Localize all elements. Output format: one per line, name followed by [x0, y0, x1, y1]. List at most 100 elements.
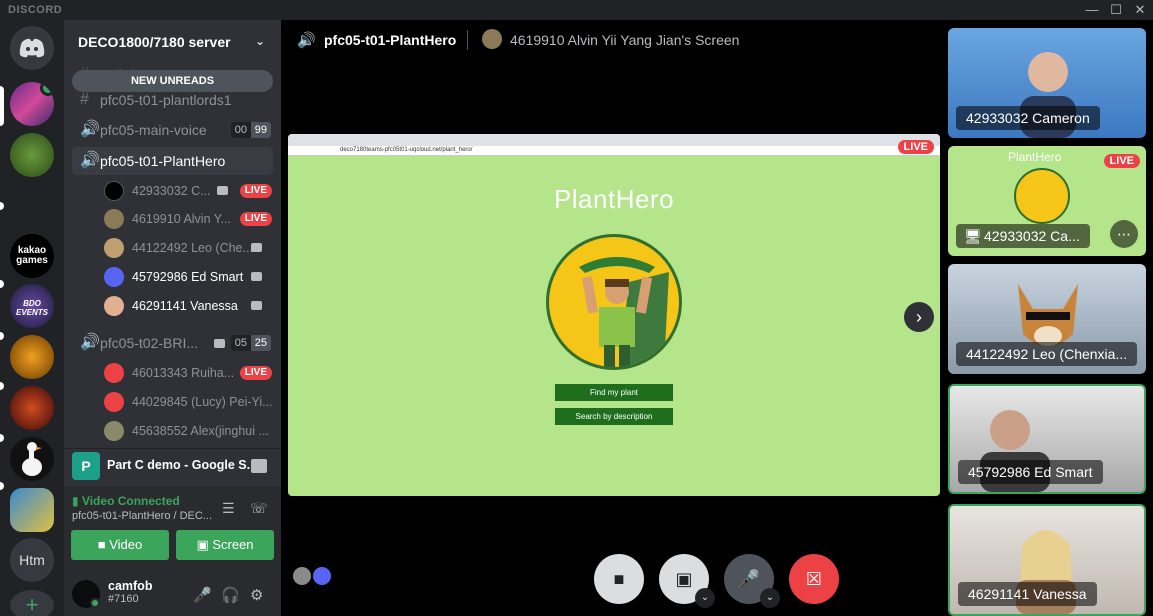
voice-connection-panel: ▮ Video Connected pfc05-t01-PlantHero / …: [64, 486, 281, 576]
voice-user[interactable]: 46291141 Vanessa: [102, 292, 272, 320]
server-icon-bdo[interactable]: BDO EVENTS: [10, 284, 54, 328]
voice-user[interactable]: 44122492 Leo (Che...: [102, 234, 272, 262]
tile-label: 46291141 Vanessa: [958, 582, 1097, 606]
camera-icon: [217, 186, 228, 195]
voice-user[interactable]: 42933032 C... LIVE: [102, 177, 272, 205]
chevron-right-icon[interactable]: ›: [904, 302, 934, 332]
browser-addressbar: deco7180teams-pfc05t01-uqcloud.net/plant…: [288, 146, 940, 156]
close-window-button[interactable]: ✕: [1126, 1, 1153, 19]
server-name: DECO1800/7180 server: [78, 34, 231, 50]
user-tag: #7160: [108, 593, 139, 605]
voice-user[interactable]: 46013343 Ruiha... LIVE: [102, 359, 272, 387]
activity-title: Part C demo - Google S...: [107, 458, 258, 472]
unread-indicator: [0, 382, 4, 390]
tile-label: 🖥 42933032 Ca...: [956, 224, 1090, 248]
add-server-button[interactable]: +: [10, 590, 54, 616]
user-panel: camfob #7160 🎤 🎧 ⚙: [64, 572, 281, 616]
online-status-icon: [90, 598, 100, 608]
screen-share-button[interactable]: ▣ Screen: [176, 530, 274, 560]
channel-plantlords1[interactable]: # pfc05-t01-plantlords1: [72, 86, 273, 114]
video-tile[interactable]: 45792986 Ed Smart: [948, 384, 1146, 494]
avatar: [104, 296, 124, 316]
microphone-icon[interactable]: 🎤: [193, 586, 212, 604]
server-icon-kakao[interactable]: kakao games: [10, 234, 54, 278]
server-icon-spiral[interactable]: [10, 335, 54, 379]
server-icon-forest[interactable]: [10, 133, 54, 177]
server-icon-goose[interactable]: [10, 437, 54, 481]
video-button[interactable]: ■ Video: [71, 530, 169, 560]
voice-user-limit: 25: [250, 335, 271, 351]
avatar: [104, 238, 124, 258]
planthero-logo: [1014, 168, 1070, 224]
shared-screen[interactable]: deco7180teams-pfc05t01-uqcloud.net/plant…: [288, 134, 940, 496]
camera-icon: [214, 339, 225, 348]
disconnect-icon[interactable]: ☏: [250, 500, 268, 517]
server-header[interactable]: DECO1800/7180 server ⌄: [64, 20, 281, 64]
live-badge: LIVE: [239, 184, 272, 198]
unread-indicator: [0, 202, 4, 210]
avatar: [313, 567, 331, 585]
discord-logo-icon: [19, 38, 45, 58]
more-icon[interactable]: ⋯: [1110, 220, 1138, 248]
channel-planthero[interactable]: 🔊 pfc05-t01-PlantHero: [72, 147, 273, 175]
unread-indicator: [0, 280, 4, 288]
home-button[interactable]: [10, 26, 54, 70]
avatar: [104, 363, 124, 383]
speaker-icon: 🔊: [297, 32, 316, 49]
stage-channel-name: pfc05-t01-PlantHero: [324, 32, 457, 48]
find-plant-button[interactable]: Find my plant: [555, 384, 673, 401]
stage-header: 🔊 pfc05-t01-PlantHero 4619910 Alvin Yii …: [281, 20, 947, 60]
live-badge: LIVE: [239, 366, 272, 380]
speaker-icon: 🔊: [80, 152, 100, 169]
video-tile[interactable]: 42933032 Cameron: [948, 28, 1146, 138]
chevron-down-icon[interactable]: ⌄: [760, 588, 780, 608]
microphone-toggle-button[interactable]: 🎤 ⌄: [724, 554, 780, 608]
video-tile[interactable]: 46291141 Vanessa: [948, 504, 1146, 616]
headphones-icon[interactable]: 🎧: [221, 586, 240, 604]
screen-share-toggle-button[interactable]: ▣ ⌄: [659, 554, 715, 608]
camera-icon: [251, 243, 262, 252]
noise-suppression-icon[interactable]: ☰: [222, 500, 235, 517]
video-tile[interactable]: PlantHero LIVE 🖥 42933032 Ca... ⋯: [948, 146, 1146, 256]
voice-user[interactable]: 45638552 Alex(jinghui ...: [102, 417, 272, 445]
avatar: [104, 267, 124, 287]
live-badge: LIVE: [897, 140, 934, 154]
channel-main-voice[interactable]: 🔊 pfc05-main-voice 00 99: [72, 116, 273, 144]
chevron-down-icon: ⌄: [254, 34, 265, 48]
voice-activity-icon: [40, 82, 54, 96]
hero-icon: [579, 257, 669, 367]
tile-label: 44122492 Leo (Chenxia...: [956, 342, 1138, 366]
server-rail: kakao games BDO EVENTS Htm +: [0, 20, 64, 616]
screen-icon[interactable]: [251, 459, 267, 473]
chevron-down-icon[interactable]: ⌄: [695, 588, 715, 608]
username: camfob: [108, 579, 153, 593]
app-brand: DISCORD: [8, 4, 63, 16]
avatar: [104, 181, 124, 201]
planthero-logo: [546, 234, 682, 370]
avatar: [104, 209, 124, 229]
avatar: [293, 567, 311, 585]
server-icon-planthero[interactable]: [10, 82, 54, 126]
server-icon-game[interactable]: [10, 488, 54, 532]
server-icon-htm[interactable]: Htm: [10, 538, 54, 582]
hash-icon: #: [80, 91, 89, 108]
sheets-icon: P: [72, 452, 100, 480]
browser-url: deco7180teams-pfc05t01-uqcloud.net/plant…: [340, 147, 473, 153]
voice-location[interactable]: pfc05-t01-PlantHero / DEC...: [72, 510, 212, 522]
server-icon-fire[interactable]: [10, 386, 54, 430]
voice-user[interactable]: 44029845 (Lucy) Pei-Yi...: [102, 388, 272, 416]
video-tile[interactable]: 44122492 Leo (Chenxia...: [948, 264, 1146, 374]
tile-label: 45792986 Ed Smart: [958, 460, 1103, 484]
camera-toggle-button[interactable]: ■: [594, 554, 644, 604]
channel-t02-bri[interactable]: 🔊 pfc05-t02-BRI... 05 25: [72, 329, 273, 357]
disconnect-button[interactable]: ☒: [789, 554, 839, 604]
goose-icon: [22, 442, 42, 476]
gear-icon[interactable]: ⚙: [250, 586, 263, 604]
voice-status: ▮ Video Connected: [72, 494, 180, 508]
video-stage: 🔊 pfc05-t01-PlantHero 4619910 Alvin Yii …: [281, 20, 1153, 616]
voice-user[interactable]: 45792986 Ed Smart: [102, 263, 272, 291]
voice-user-limit: 99: [250, 122, 271, 138]
voice-user[interactable]: 4619910 Alvin Y... LIVE: [102, 205, 272, 233]
search-description-button[interactable]: Search by description: [555, 408, 673, 425]
avatar: [104, 392, 124, 412]
